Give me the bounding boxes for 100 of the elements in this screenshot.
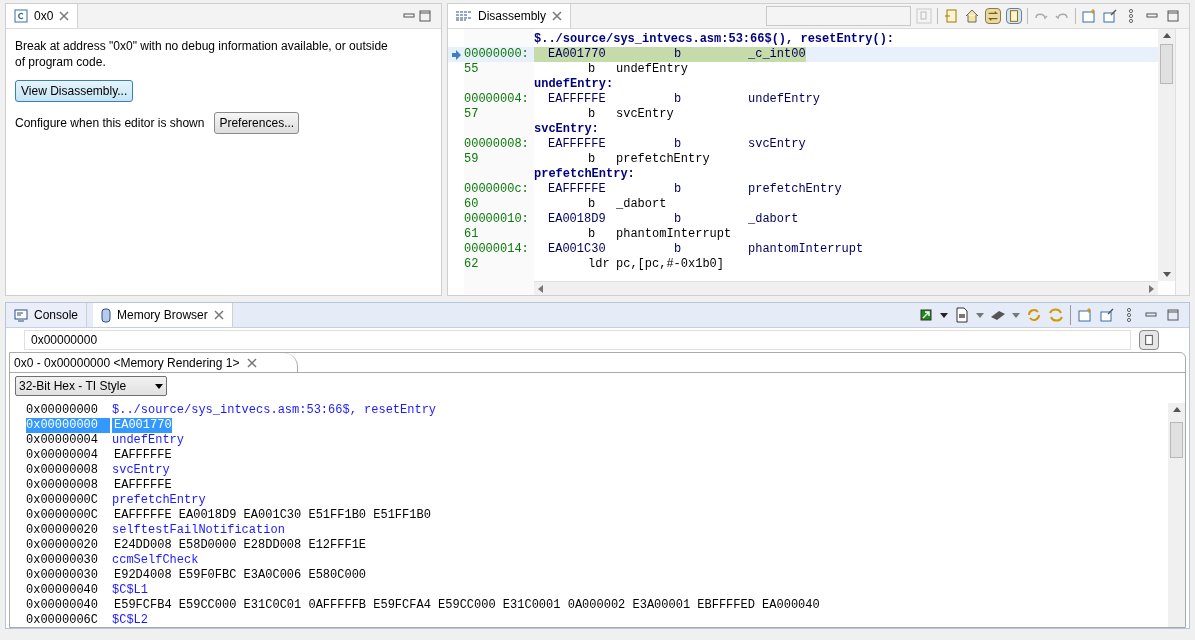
memory-address: 0x00000020 — [26, 538, 99, 553]
scroll-up-icon[interactable] — [1172, 407, 1181, 412]
opcode: EAFFFFFE — [547, 182, 607, 197]
line-number: 55 — [464, 62, 480, 77]
arrow-icon — [451, 49, 461, 60]
new-view-icon[interactable] — [1077, 307, 1093, 323]
scroll-thumb[interactable] — [1160, 44, 1173, 84]
opcode: EAFFFFFE — [547, 92, 607, 107]
address-field[interactable]: 0x00000000 — [24, 330, 1131, 350]
memory-address: 0x00000008 — [26, 478, 99, 493]
track-icon[interactable] — [1006, 8, 1022, 24]
line-number: 62 — [464, 257, 480, 272]
tab[interactable]: Disassembly — [448, 4, 571, 28]
vertical-scrollbar[interactable] — [1158, 29, 1175, 281]
tab[interactable]: Console — [6, 303, 88, 327]
chip-icon[interactable] — [918, 307, 934, 323]
line-number: 60 — [464, 197, 480, 212]
close-icon[interactable] — [552, 11, 562, 21]
line-number: 61 — [464, 227, 480, 242]
mnemonic: b — [674, 47, 683, 62]
home-icon[interactable] — [964, 8, 980, 24]
scroll-left-icon[interactable] — [538, 284, 543, 293]
close-icon[interactable] — [247, 357, 258, 368]
mnemonic: b — [588, 197, 597, 212]
symbol-label: $C$L1 — [112, 583, 148, 598]
close-icon[interactable] — [59, 11, 70, 21]
operand: undefEntry — [616, 62, 688, 77]
vertical-scrollbar[interactable] — [1168, 403, 1185, 627]
memory-value: EAFFFFFE — [113, 478, 172, 493]
operand: prefetchEntry — [616, 152, 710, 167]
tab-label: Console — [34, 307, 79, 324]
pin-icon[interactable] — [1102, 8, 1118, 24]
document-link-icon[interactable] — [943, 8, 959, 24]
address: 00000008: — [464, 137, 530, 152]
operand: svcEntry — [748, 137, 806, 152]
cylinder-icon — [101, 307, 112, 323]
tab[interactable]: 0x0 — [6, 4, 79, 28]
operand: svcEntry — [616, 107, 674, 122]
scroll-up-icon[interactable] — [1162, 33, 1171, 38]
new-view-icon[interactable] — [1081, 8, 1097, 24]
pin-icon[interactable] — [1099, 307, 1115, 323]
address: 00000004: — [464, 92, 530, 107]
mnemonic: b — [674, 92, 683, 107]
preferences-button[interactable]: Preferences... — [214, 112, 300, 134]
memory-address: 0x00000030 — [26, 553, 99, 568]
horizontal-scrollbar[interactable] — [534, 281, 1158, 295]
c-file-icon — [14, 9, 28, 23]
label-line: prefetchEntry: — [534, 167, 635, 182]
memory-address: 0x00000020 — [26, 523, 99, 538]
document-icon[interactable] — [954, 307, 970, 323]
opcode: EAFFFFFE — [547, 137, 607, 152]
address: 00000014: — [464, 242, 530, 257]
memory-address: 0x0000000C — [26, 508, 99, 523]
dropdown-icon[interactable] — [940, 312, 948, 318]
view-disassembly-button[interactable]: View Disassembly... — [15, 80, 134, 102]
memory-address: 0x00000030 — [26, 568, 99, 583]
label-line: $../source/sys_intvecs.asm:53:66$(), resetEntry(): — [534, 32, 895, 47]
operand: prefetchEntry — [748, 182, 842, 197]
memory-value: E92D4008 E59F0FBC E3A0C006 E580C000 — [113, 568, 367, 583]
memory-address: 0x00000000 — [26, 418, 110, 433]
maximize-icon[interactable] — [1165, 8, 1181, 24]
mnemonic: b — [674, 137, 683, 152]
symbol-label: prefetchEntry — [112, 493, 206, 508]
tab[interactable]: Memory Browser — [93, 303, 233, 327]
address: 00000010: — [464, 212, 530, 227]
memory-value: EAFFFFFE EA0018D9 EA001C30 E51FF1B0 E51FF1B0 — [113, 508, 431, 523]
scroll-right-icon[interactable] — [1149, 284, 1154, 293]
scroll-thumb[interactable] — [1170, 422, 1183, 458]
format-dropdown[interactable]: 32-Bit Hex - TI Style — [15, 376, 167, 396]
opcode: EA001C30 — [547, 242, 607, 257]
operand: _dabort — [748, 212, 799, 227]
label-line: svcEntry: — [534, 122, 599, 137]
go-icon[interactable] — [1139, 330, 1159, 350]
rendering-tab[interactable]: 0x0 - 0x00000000 <Memory Rendering 1> — [10, 353, 299, 372]
tab-label: Memory Browser — [117, 307, 208, 324]
memory-address: 0x0000000C — [26, 493, 99, 508]
sync-icon[interactable] — [985, 8, 1001, 24]
symbol-label: undefEntry — [112, 433, 184, 448]
maximize-icon[interactable] — [417, 8, 433, 24]
memory-address: 0x00000008 — [26, 463, 99, 478]
memory-address: 0x00000004 — [26, 433, 99, 448]
refresh-icon[interactable] — [1026, 307, 1042, 323]
monitor-icon — [14, 308, 28, 322]
close-icon[interactable] — [213, 310, 224, 320]
mnemonic: ldr — [588, 257, 611, 272]
sync-icon[interactable] — [1048, 307, 1064, 323]
mnemonic: b — [588, 107, 597, 122]
line-number: 59 — [464, 152, 480, 167]
mnemonic: b — [674, 212, 683, 227]
symbol-label: selftestFailNotification — [112, 523, 285, 538]
operand: phantomInterrupt — [616, 227, 732, 242]
mnemonic: b — [674, 182, 683, 197]
address-input[interactable] — [766, 6, 911, 26]
symbol-label: svcEntry — [112, 463, 170, 478]
mnemonic: b — [588, 227, 597, 242]
symbol-label: $C$L2 — [112, 613, 148, 628]
tab-label: 0x0 — [34, 8, 54, 25]
maximize-icon[interactable] — [1165, 307, 1181, 323]
operand: _c_int00 — [748, 47, 806, 62]
scroll-down-icon[interactable] — [1162, 272, 1171, 277]
